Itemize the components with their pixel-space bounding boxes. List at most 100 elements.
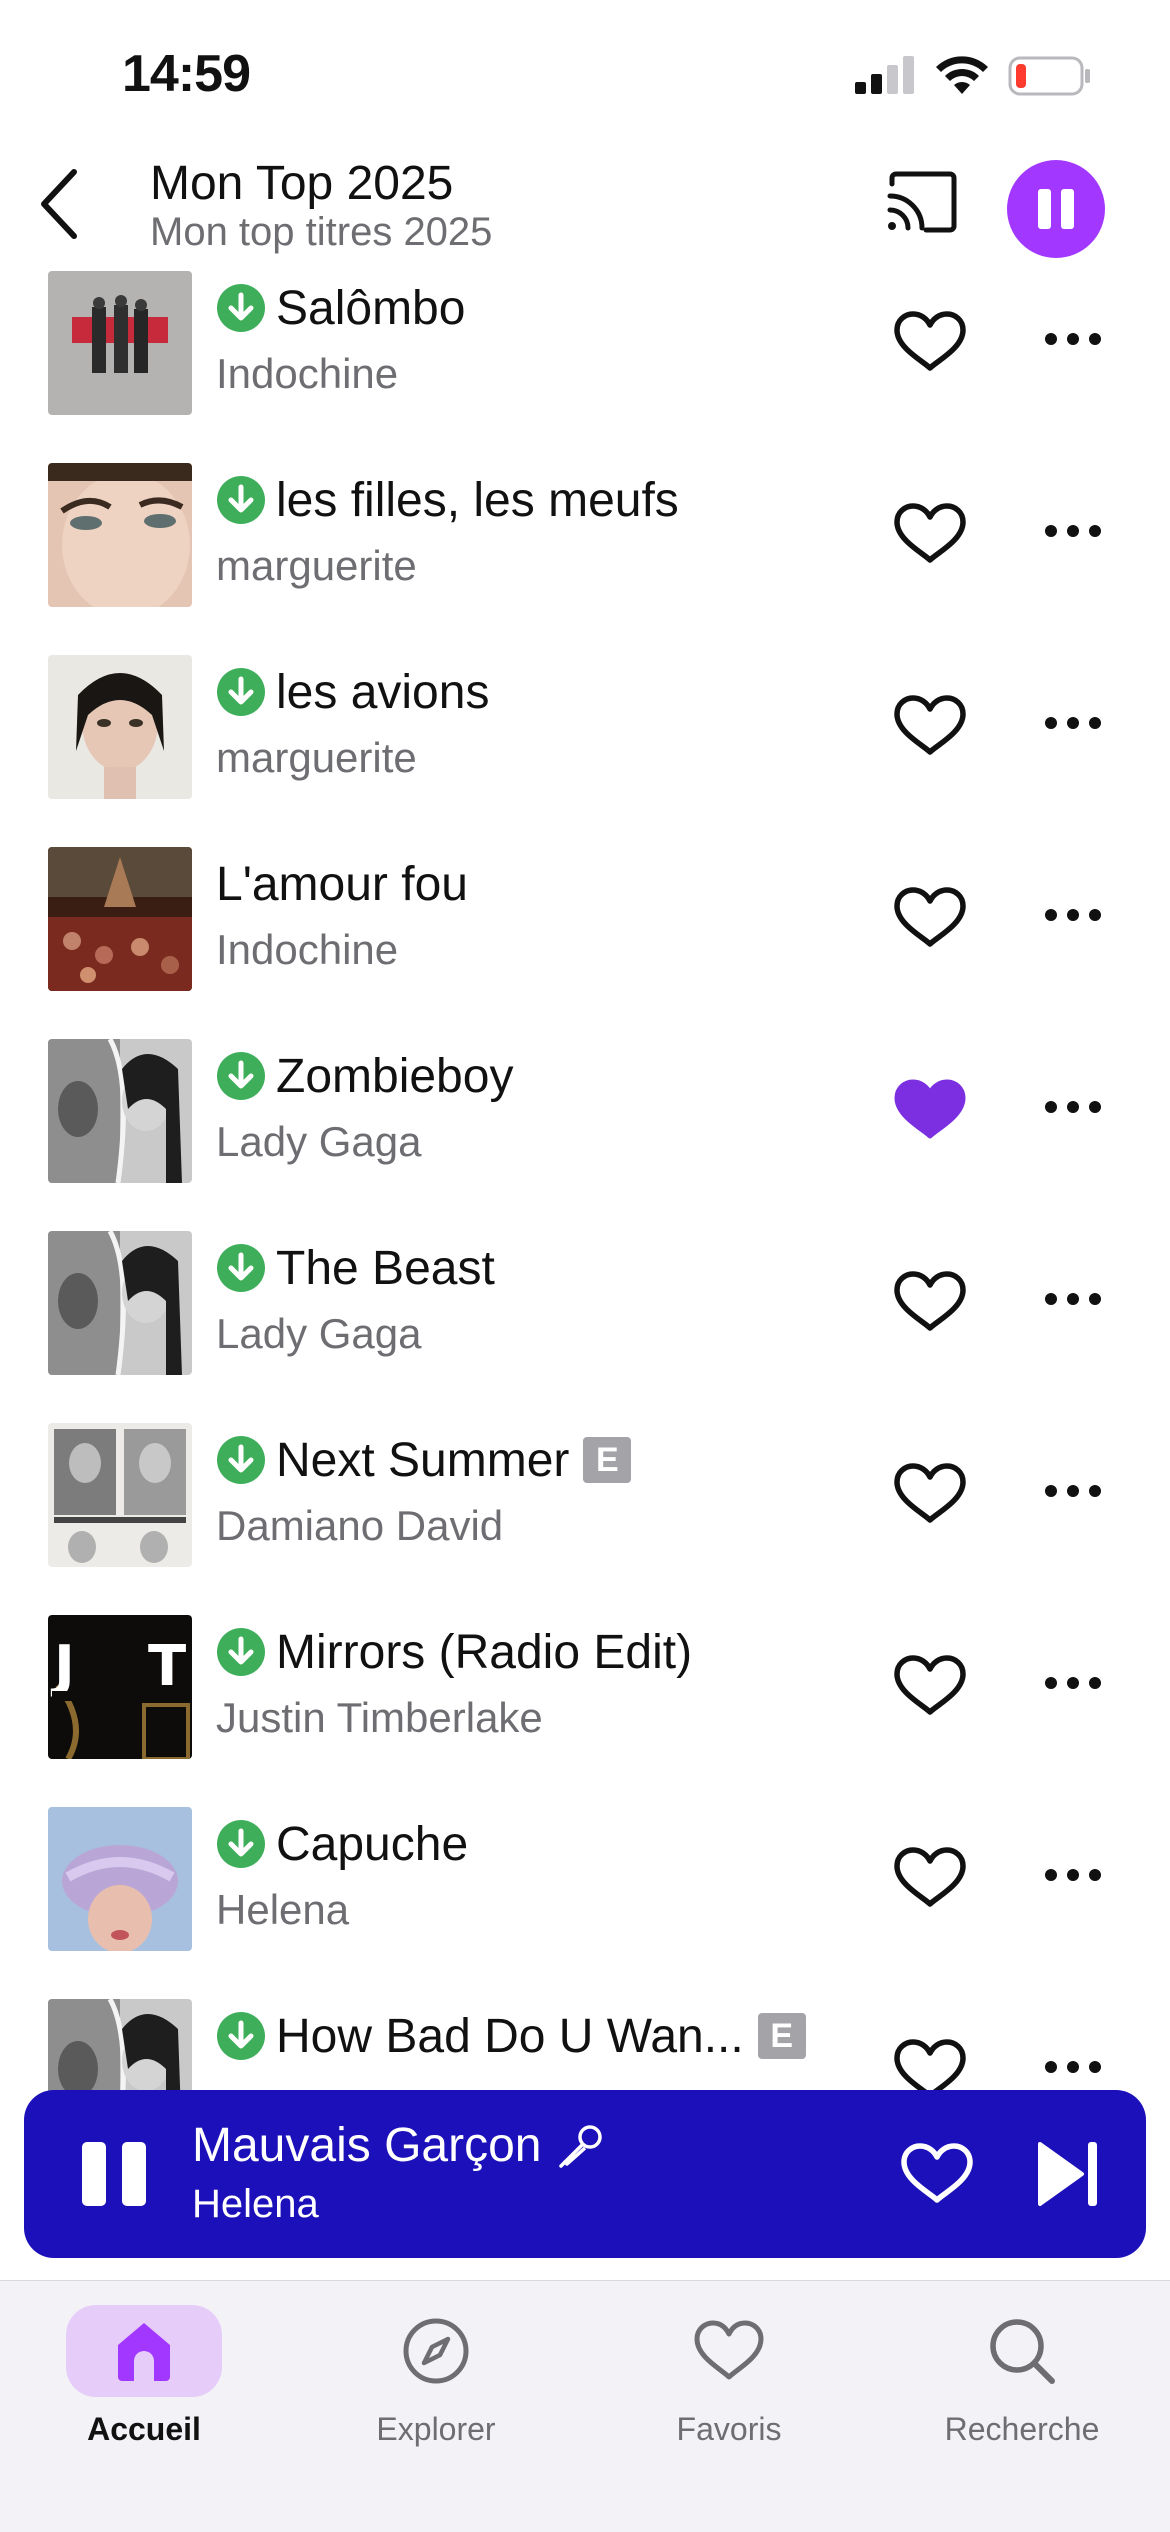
track-title: How Bad Do U Wan... <box>276 2009 744 2063</box>
more-options-icon[interactable] <box>1044 516 1102 546</box>
heart-filled-icon[interactable] <box>893 1076 967 1142</box>
track-title: Salômbo <box>276 281 466 335</box>
track-title-row: Capuche <box>216 1814 468 1874</box>
heart-icon[interactable] <box>893 884 967 950</box>
heart-icon <box>694 2320 764 2380</box>
status-bar: 14:59 <box>0 0 1170 150</box>
track-row[interactable]: The Beast Lady Gaga <box>0 1228 1170 1420</box>
track-title: The Beast <box>276 1241 495 1295</box>
more-options-icon[interactable] <box>1044 1668 1102 1698</box>
wifi-icon <box>936 56 988 94</box>
album-cover <box>48 1423 192 1567</box>
album-cover: JT <box>48 1615 192 1759</box>
cellular-signal-icon <box>855 56 914 94</box>
explicit-badge: E <box>757 2013 806 2059</box>
tab-recherche-label: Recherche <box>944 2411 1100 2447</box>
play-pause-button[interactable] <box>1007 160 1105 258</box>
mini-player-pause-icon[interactable] <box>80 2138 150 2210</box>
home-icon <box>118 2323 170 2381</box>
downloaded-icon <box>217 1628 265 1676</box>
track-artist: Indochine <box>216 350 399 397</box>
cast-icon[interactable] <box>884 170 960 236</box>
track-title: Mirrors (Radio Edit) <box>276 1625 693 1679</box>
track-artist: Justin Timberlake <box>216 1694 543 1741</box>
album-cover <box>48 463 192 607</box>
track-row[interactable]: Capuche Helena <box>0 1804 1170 1996</box>
heart-icon[interactable] <box>893 1652 967 1718</box>
downloaded-icon <box>217 1820 265 1868</box>
track-row[interactable]: les avions marguerite <box>0 652 1170 844</box>
heart-icon[interactable] <box>893 500 967 566</box>
album-cover <box>48 655 192 799</box>
mini-player[interactable]: Mauvais Garçon Helena <box>24 2090 1146 2258</box>
more-options-icon[interactable] <box>1044 324 1102 354</box>
track-title-row: les filles, les meufs <box>216 470 679 530</box>
heart-icon[interactable] <box>893 1460 967 1526</box>
more-options-icon[interactable] <box>1044 1860 1102 1890</box>
compass-icon <box>403 2318 469 2384</box>
tab-explorer-label: Explorer <box>376 2411 496 2447</box>
heart-icon[interactable] <box>893 1268 967 1334</box>
tab-bar: Accueil Explorer Favoris Recherche <box>0 2280 1170 2532</box>
downloaded-icon <box>217 1244 265 1292</box>
track-title-row: L'amour fou <box>216 854 468 914</box>
more-options-icon[interactable] <box>1044 1284 1102 1314</box>
track-list[interactable]: Salômbo Indochine les filles, les meufs mar… <box>0 270 1170 2220</box>
album-cover <box>48 271 192 415</box>
tab-explorer-highlight <box>358 2305 514 2397</box>
track-row[interactable]: Salômbo Indochine <box>0 270 1170 460</box>
mini-player-heart-icon[interactable] <box>900 2142 974 2206</box>
track-artist: marguerite <box>216 542 417 589</box>
page-title: Mon Top 2025 <box>150 157 454 210</box>
track-row[interactable]: L'amour fou Indochine <box>0 844 1170 1036</box>
downloaded-icon <box>217 1052 265 1100</box>
more-options-icon[interactable] <box>1044 1476 1102 1506</box>
downloaded-icon <box>217 2012 265 2060</box>
track-row[interactable]: Zombieboy Lady Gaga <box>0 1036 1170 1228</box>
track-title-row: Mirrors (Radio Edit) <box>216 1622 692 1682</box>
track-row[interactable]: Next Summer E Damiano David <box>0 1420 1170 1612</box>
heart-icon[interactable] <box>893 308 967 374</box>
mini-player-title-row: Mauvais Garçon <box>192 2118 605 2173</box>
tab-explorer[interactable]: Explorer <box>338 2293 538 2453</box>
track-title-row: The Beast <box>216 1238 495 1298</box>
track-artist: Lady Gaga <box>216 1118 422 1165</box>
page-subtitle: Mon top titres 2025 <box>150 210 493 254</box>
explicit-badge: E <box>583 1437 632 1483</box>
track-artist: marguerite <box>216 734 417 781</box>
svg-text:J: J <box>50 1634 75 1699</box>
tab-favoris-highlight <box>651 2305 807 2397</box>
track-artist: Indochine <box>216 926 399 973</box>
microphone-lyrics-icon[interactable] <box>557 2122 605 2170</box>
track-title: Zombieboy <box>276 1049 514 1103</box>
more-options-icon[interactable] <box>1044 708 1102 738</box>
track-title-row: les avions <box>216 662 489 722</box>
track-title: L'amour fou <box>216 857 468 911</box>
more-options-icon[interactable] <box>1044 900 1102 930</box>
track-row[interactable]: J T Mirrors (Radio Edit) Justin Timberlake <box>0 1612 1170 1804</box>
track-title-row: Zombieboy <box>216 1046 513 1106</box>
playlist-header: Mon Top 2025 Mon top titres 2025 <box>0 150 1170 270</box>
tab-accueil[interactable]: Accueil <box>46 2293 246 2453</box>
heart-icon[interactable] <box>893 692 967 758</box>
skip-next-icon[interactable] <box>1036 2138 1104 2210</box>
tab-accueil-label: Accueil <box>87 2411 201 2447</box>
back-chevron-icon[interactable] <box>36 166 84 242</box>
list-fade <box>0 2258 1170 2282</box>
heart-icon[interactable] <box>893 1844 967 1910</box>
track-title: les avions <box>276 665 490 719</box>
more-options-icon[interactable] <box>1044 1092 1102 1122</box>
status-time: 14:59 <box>122 45 251 103</box>
tab-favoris[interactable]: Favoris <box>631 2293 831 2453</box>
track-row[interactable]: les filles, les meufs marguerite <box>0 460 1170 652</box>
tab-recherche[interactable]: Recherche <box>924 2293 1124 2453</box>
tab-accueil-highlight <box>66 2305 222 2397</box>
album-cover <box>48 1807 192 1951</box>
album-cover <box>48 1039 192 1183</box>
svg-text:T: T <box>148 1634 186 1699</box>
more-options-icon[interactable] <box>1044 2052 1102 2082</box>
downloaded-icon <box>217 284 265 332</box>
album-cover <box>48 847 192 991</box>
tab-recherche-highlight <box>944 2305 1100 2397</box>
track-artist: Helena <box>216 1886 350 1933</box>
